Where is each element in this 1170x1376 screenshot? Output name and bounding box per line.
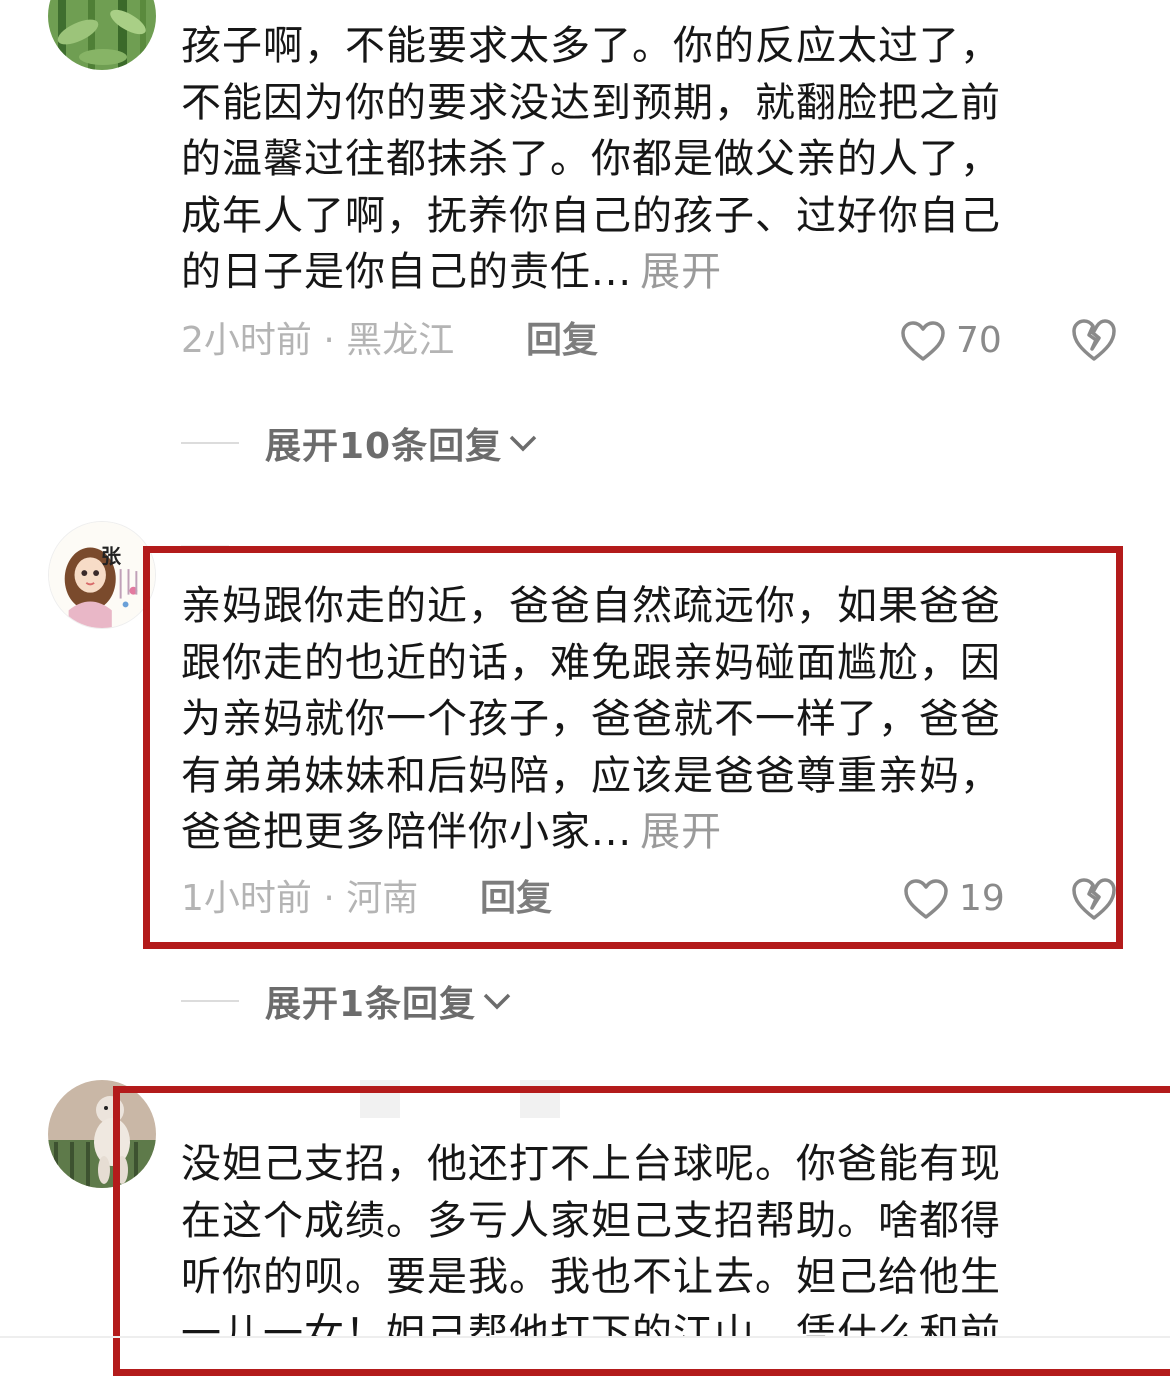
avatar-label: 张 [101, 544, 121, 568]
comment-text: 孩子啊，不能要求太多了。你的反应太过了， 不能因为你的要求没达到预期，就翻脸把之… [181, 18, 1091, 301]
broken-heart-icon [1072, 319, 1116, 361]
comment-meta: 2小时前 · 黑龙江 [181, 320, 455, 361]
chevron-down-icon [509, 435, 537, 452]
like-count: 70 [956, 320, 1002, 361]
expand-replies-button[interactable]: 展开10条回复 [181, 419, 538, 467]
divider [181, 1000, 239, 1002]
chevron-down-icon [483, 993, 511, 1010]
highlight-box [113, 1086, 1170, 1376]
divider [181, 442, 239, 444]
bamboo-avatar[interactable] [48, 0, 156, 70]
comment-line: 的日子是你自己的责任... [181, 249, 633, 296]
like-button[interactable]: 70 [900, 317, 1002, 365]
expand-replies-label: 展开10条回复 [265, 426, 503, 467]
reply-button[interactable]: 回复 [526, 317, 598, 365]
expand-replies-button[interactable]: 展开1条回复 [181, 977, 512, 1025]
divider [0, 1336, 1170, 1338]
girl-illustration-avatar[interactable]: 张 [48, 521, 156, 629]
expand-text-link[interactable]: 展开 [640, 249, 722, 295]
dislike-button[interactable] [1070, 316, 1118, 364]
comment-line: 的温馨过往都抹杀了。你都是做父亲的人了， [181, 136, 1001, 183]
comment-line: 不能因为你的要求没达到预期，就翻脸把之前 [181, 79, 1001, 126]
comment-line: 成年人了啊，抚养你自己的孩子、过好你自己 [181, 192, 1001, 239]
comment-line: 孩子啊，不能要求太多了。你的反应太过了， [181, 23, 1001, 69]
highlight-box [143, 546, 1123, 949]
expand-replies-label: 展开1条回复 [265, 984, 477, 1025]
heart-icon [901, 321, 945, 361]
